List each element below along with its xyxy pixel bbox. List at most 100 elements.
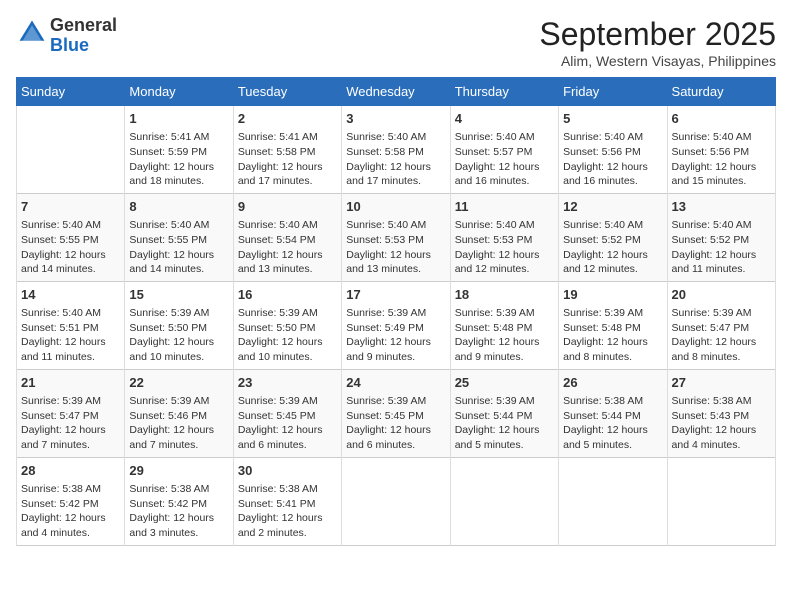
day-info: Sunrise: 5:40 AM Sunset: 5:55 PM Dayligh…: [129, 218, 228, 277]
calendar-cell: 1 Sunrise: 5:41 AM Sunset: 5:59 PM Daylig…: [125, 106, 233, 194]
day-number: 18: [455, 286, 554, 304]
calendar-week-1: 1 Sunrise: 5:41 AM Sunset: 5:59 PM Daylig…: [17, 106, 776, 194]
calendar-cell: 4 Sunrise: 5:40 AM Sunset: 5:57 PM Daylig…: [450, 106, 558, 194]
weekday-header-row: SundayMondayTuesdayWednesdayThursdayFrid…: [17, 78, 776, 106]
day-number: 14: [21, 286, 120, 304]
calendar-cell: 14Sunrise: 5:40 AM Sunset: 5:51 PM Dayli…: [17, 281, 125, 369]
day-number: 9: [238, 198, 337, 216]
day-info: Sunrise: 5:39 AM Sunset: 5:49 PM Dayligh…: [346, 306, 445, 365]
logo-icon: [18, 19, 46, 47]
day-info: Sunrise: 5:39 AM Sunset: 5:50 PM Dayligh…: [238, 306, 337, 365]
calendar-cell: 29Sunrise: 5:38 AM Sunset: 5:42 PM Dayli…: [125, 457, 233, 545]
calendar-cell: 12 Sunrise: 5:40 AM Sunset: 5:52 PM Dayli…: [559, 193, 667, 281]
day-info: Sunrise: 5:39 AM Sunset: 5:44 PM Dayligh…: [455, 394, 554, 453]
calendar-cell: [450, 457, 558, 545]
calendar-cell: 21 Sunrise: 5:39 AM Sunset: 5:47 PM Dayli…: [17, 369, 125, 457]
weekday-tuesday: Tuesday: [233, 78, 341, 106]
day-info: Sunrise: 5:40 AM Sunset: 5:56 PM Dayligh…: [672, 130, 771, 189]
calendar-cell: 7 Sunrise: 5:40 AM Sunset: 5:55 PM Daylig…: [17, 193, 125, 281]
calendar-cell: 11Sunrise: 5:40 AM Sunset: 5:53 PM Dayli…: [450, 193, 558, 281]
calendar-cell: 28 Sunrise: 5:38 AM Sunset: 5:42 PM Dayli…: [17, 457, 125, 545]
logo-text: General Blue: [50, 16, 117, 56]
day-number: 20: [672, 286, 771, 304]
day-number: 1: [129, 110, 228, 128]
day-info: Sunrise: 5:39 AM Sunset: 5:48 PM Dayligh…: [455, 306, 554, 365]
calendar-cell: 16Sunrise: 5:39 AM Sunset: 5:50 PM Dayli…: [233, 281, 341, 369]
day-number: 29: [129, 462, 228, 480]
weekday-saturday: Saturday: [667, 78, 775, 106]
day-info: Sunrise: 5:39 AM Sunset: 5:45 PM Dayligh…: [238, 394, 337, 453]
calendar-cell: 18 Sunrise: 5:39 AM Sunset: 5:48 PM Dayli…: [450, 281, 558, 369]
day-info: Sunrise: 5:39 AM Sunset: 5:47 PM Dayligh…: [672, 306, 771, 365]
day-info: Sunrise: 5:38 AM Sunset: 5:41 PM Dayligh…: [238, 482, 337, 541]
calendar-cell: 15Sunrise: 5:39 AM Sunset: 5:50 PM Dayli…: [125, 281, 233, 369]
calendar-cell: 5Sunrise: 5:40 AM Sunset: 5:56 PM Daylig…: [559, 106, 667, 194]
day-number: 24: [346, 374, 445, 392]
day-number: 12: [563, 198, 662, 216]
day-info: Sunrise: 5:38 AM Sunset: 5:42 PM Dayligh…: [21, 482, 120, 541]
day-info: Sunrise: 5:40 AM Sunset: 5:57 PM Dayligh…: [455, 130, 554, 189]
day-info: Sunrise: 5:40 AM Sunset: 5:54 PM Dayligh…: [238, 218, 337, 277]
calendar-cell: 30 Sunrise: 5:38 AM Sunset: 5:41 PM Dayli…: [233, 457, 341, 545]
day-number: 22: [129, 374, 228, 392]
calendar-cell: 17 Sunrise: 5:39 AM Sunset: 5:49 PM Dayli…: [342, 281, 450, 369]
weekday-wednesday: Wednesday: [342, 78, 450, 106]
calendar-cell: [667, 457, 775, 545]
calendar-cell: 25 Sunrise: 5:39 AM Sunset: 5:44 PM Dayli…: [450, 369, 558, 457]
day-info: Sunrise: 5:40 AM Sunset: 5:53 PM Dayligh…: [346, 218, 445, 277]
calendar-cell: 13Sunrise: 5:40 AM Sunset: 5:52 PM Dayli…: [667, 193, 775, 281]
day-info: Sunrise: 5:41 AM Sunset: 5:59 PM Dayligh…: [129, 130, 228, 189]
day-number: 5: [563, 110, 662, 128]
calendar-cell: 3 Sunrise: 5:40 AM Sunset: 5:58 PM Daylig…: [342, 106, 450, 194]
day-info: Sunrise: 5:41 AM Sunset: 5:58 PM Dayligh…: [238, 130, 337, 189]
calendar-week-2: 7 Sunrise: 5:40 AM Sunset: 5:55 PM Daylig…: [17, 193, 776, 281]
location: Alim, Western Visayas, Philippines: [539, 53, 776, 69]
day-number: 4: [455, 110, 554, 128]
day-info: Sunrise: 5:38 AM Sunset: 5:44 PM Dayligh…: [563, 394, 662, 453]
calendar-week-3: 14Sunrise: 5:40 AM Sunset: 5:51 PM Dayli…: [17, 281, 776, 369]
calendar-cell: 26 Sunrise: 5:38 AM Sunset: 5:44 PM Dayli…: [559, 369, 667, 457]
day-number: 25: [455, 374, 554, 392]
weekday-thursday: Thursday: [450, 78, 558, 106]
calendar-cell: 24 Sunrise: 5:39 AM Sunset: 5:45 PM Dayli…: [342, 369, 450, 457]
calendar-cell: [559, 457, 667, 545]
day-info: Sunrise: 5:39 AM Sunset: 5:46 PM Dayligh…: [129, 394, 228, 453]
day-info: Sunrise: 5:40 AM Sunset: 5:58 PM Dayligh…: [346, 130, 445, 189]
calendar-cell: [342, 457, 450, 545]
day-number: 17: [346, 286, 445, 304]
weekday-sunday: Sunday: [17, 78, 125, 106]
day-info: Sunrise: 5:40 AM Sunset: 5:52 PM Dayligh…: [563, 218, 662, 277]
day-number: 10: [346, 198, 445, 216]
calendar-cell: [17, 106, 125, 194]
day-info: Sunrise: 5:40 AM Sunset: 5:53 PM Dayligh…: [455, 218, 554, 277]
calendar-cell: 10 Sunrise: 5:40 AM Sunset: 5:53 PM Dayli…: [342, 193, 450, 281]
day-number: 2: [238, 110, 337, 128]
calendar-cell: 23 Sunrise: 5:39 AM Sunset: 5:45 PM Dayli…: [233, 369, 341, 457]
calendar-cell: 20 Sunrise: 5:39 AM Sunset: 5:47 PM Dayli…: [667, 281, 775, 369]
day-info: Sunrise: 5:39 AM Sunset: 5:45 PM Dayligh…: [346, 394, 445, 453]
day-number: 3: [346, 110, 445, 128]
day-info: Sunrise: 5:39 AM Sunset: 5:47 PM Dayligh…: [21, 394, 120, 453]
calendar-cell: 2 Sunrise: 5:41 AM Sunset: 5:58 PM Daylig…: [233, 106, 341, 194]
day-number: 28: [21, 462, 120, 480]
day-info: Sunrise: 5:39 AM Sunset: 5:48 PM Dayligh…: [563, 306, 662, 365]
calendar-cell: 6Sunrise: 5:40 AM Sunset: 5:56 PM Daylig…: [667, 106, 775, 194]
day-info: Sunrise: 5:40 AM Sunset: 5:52 PM Dayligh…: [672, 218, 771, 277]
day-number: 8: [129, 198, 228, 216]
weekday-monday: Monday: [125, 78, 233, 106]
day-number: 7: [21, 198, 120, 216]
day-number: 30: [238, 462, 337, 480]
day-info: Sunrise: 5:38 AM Sunset: 5:43 PM Dayligh…: [672, 394, 771, 453]
calendar-cell: 8 Sunrise: 5:40 AM Sunset: 5:55 PM Daylig…: [125, 193, 233, 281]
calendar-cell: 27 Sunrise: 5:38 AM Sunset: 5:43 PM Dayli…: [667, 369, 775, 457]
day-number: 23: [238, 374, 337, 392]
title-block: September 2025 Alim, Western Visayas, Ph…: [539, 16, 776, 69]
day-number: 26: [563, 374, 662, 392]
day-number: 21: [21, 374, 120, 392]
day-number: 27: [672, 374, 771, 392]
calendar-table: SundayMondayTuesdayWednesdayThursdayFrid…: [16, 77, 776, 546]
page-header: General Blue September 2025 Alim, Wester…: [16, 16, 776, 69]
day-number: 19: [563, 286, 662, 304]
calendar-week-5: 28 Sunrise: 5:38 AM Sunset: 5:42 PM Dayli…: [17, 457, 776, 545]
day-info: Sunrise: 5:40 AM Sunset: 5:55 PM Dayligh…: [21, 218, 120, 277]
